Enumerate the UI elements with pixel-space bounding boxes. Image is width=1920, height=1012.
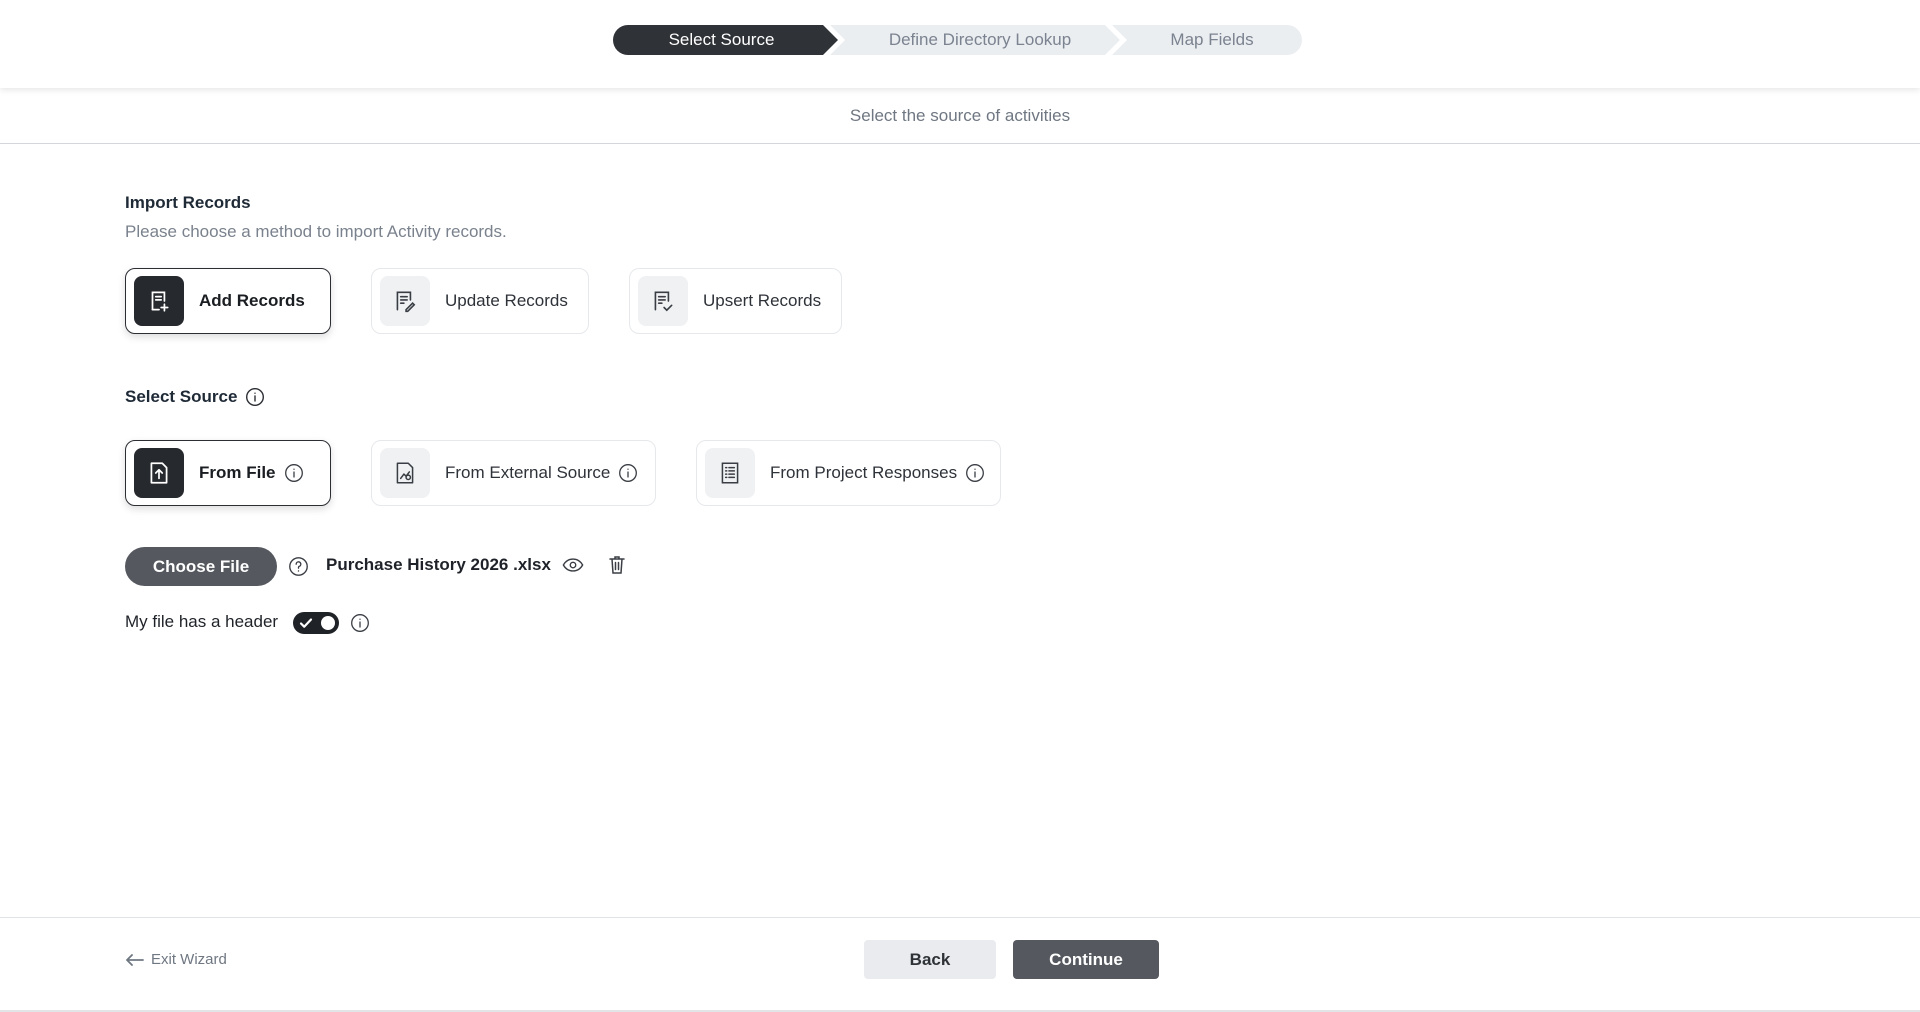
upload-file-icon bbox=[134, 448, 184, 498]
exit-wizard-label: Exit Wizard bbox=[151, 951, 227, 968]
wizard-header: Select Source Define Directory Lookup Ma… bbox=[0, 0, 1920, 88]
toggle-knob bbox=[321, 616, 335, 630]
info-icon[interactable] bbox=[284, 463, 304, 483]
from-file-option[interactable]: From File bbox=[125, 440, 331, 506]
upsert-records-label: Upsert Records bbox=[703, 291, 822, 310]
info-icon[interactable] bbox=[350, 613, 370, 633]
import-records-description: Please choose a method to import Activit… bbox=[125, 222, 507, 241]
selected-file-name: Purchase History 2026 .xlsx bbox=[326, 555, 551, 574]
eye-icon[interactable] bbox=[562, 555, 584, 575]
choose-file-button[interactable]: Choose File bbox=[125, 547, 277, 586]
step-define-directory-lookup[interactable]: Define Directory Lookup bbox=[830, 25, 1120, 55]
from-project-responses-label: From Project Responses bbox=[770, 463, 958, 482]
check-icon bbox=[299, 615, 313, 636]
from-file-label: From File bbox=[199, 463, 276, 482]
update-records-label: Update Records bbox=[445, 291, 568, 310]
from-project-responses-option[interactable]: From Project Responses bbox=[696, 440, 1001, 506]
add-records-label: Add Records bbox=[199, 291, 305, 310]
project-responses-icon bbox=[705, 448, 755, 498]
exit-wizard-link[interactable]: Exit Wizard bbox=[125, 951, 227, 968]
external-source-icon bbox=[380, 448, 430, 498]
add-records-option[interactable]: Add Records bbox=[125, 268, 331, 334]
info-icon[interactable] bbox=[618, 463, 638, 483]
file-header-label: My file has a header bbox=[125, 612, 279, 631]
trash-icon[interactable] bbox=[607, 554, 627, 576]
edit-document-icon bbox=[380, 276, 430, 326]
help-icon[interactable] bbox=[288, 556, 309, 577]
back-button[interactable]: Back bbox=[864, 940, 996, 979]
arrow-left-icon bbox=[126, 953, 144, 966]
step-map-fields[interactable]: Map Fields bbox=[1112, 25, 1302, 55]
continue-button[interactable]: Continue bbox=[1013, 940, 1159, 979]
wizard-stepper: Select Source Define Directory Lookup Ma… bbox=[613, 25, 1302, 55]
from-external-source-label: From External Source bbox=[445, 463, 611, 482]
from-external-source-option[interactable]: From External Source bbox=[371, 440, 656, 506]
select-source-heading: Select Source bbox=[125, 387, 265, 407]
upsert-records-option[interactable]: Upsert Records bbox=[629, 268, 842, 334]
file-header-toggle[interactable] bbox=[293, 612, 339, 634]
check-document-icon bbox=[638, 276, 688, 326]
step-subtitle: Select the source of activities bbox=[0, 88, 1920, 144]
info-icon[interactable] bbox=[245, 387, 265, 407]
import-records-title: Import Records bbox=[125, 193, 251, 212]
step-select-source[interactable]: Select Source bbox=[613, 25, 838, 55]
select-source-title: Select Source bbox=[125, 387, 238, 406]
info-icon[interactable] bbox=[965, 463, 985, 483]
update-records-option[interactable]: Update Records bbox=[371, 268, 589, 334]
add-document-icon bbox=[134, 276, 184, 326]
